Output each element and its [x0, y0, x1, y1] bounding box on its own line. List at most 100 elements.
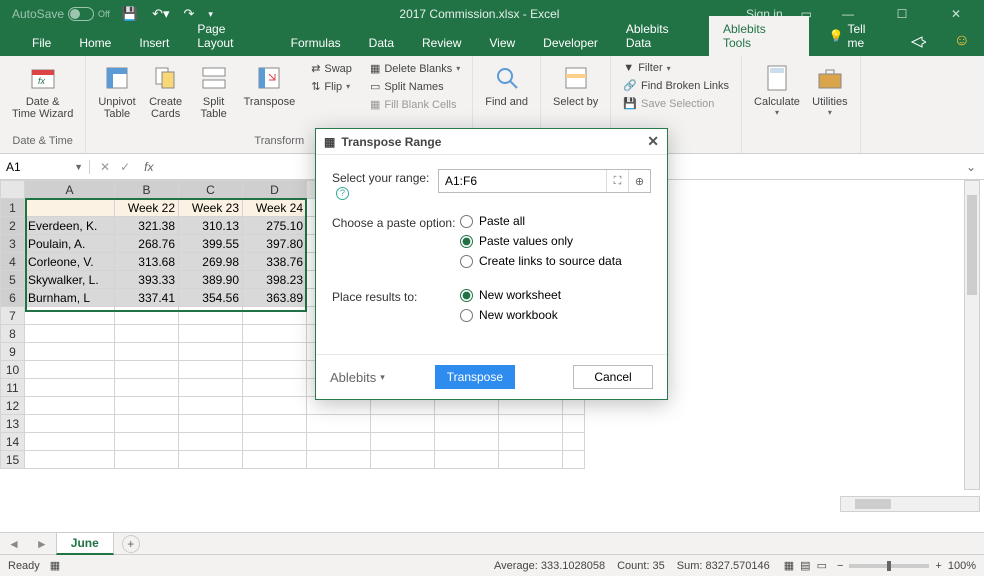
cell[interactable]: 310.13 — [179, 217, 243, 235]
calculate-button[interactable]: Calculate ▾ — [750, 60, 804, 135]
cell[interactable] — [115, 433, 179, 451]
macro-record-icon[interactable]: ▦ — [50, 559, 60, 572]
row-header[interactable]: 13 — [1, 415, 25, 433]
help-icon[interactable]: ? — [336, 187, 349, 200]
cell[interactable] — [243, 379, 307, 397]
cell[interactable]: Poulain, A. — [25, 235, 115, 253]
cell[interactable] — [179, 325, 243, 343]
cell[interactable] — [371, 415, 435, 433]
ablebits-brand[interactable]: Ablebits▾ — [330, 370, 385, 385]
cell[interactable] — [115, 415, 179, 433]
tab-ablebits-data[interactable]: Ablebits Data — [612, 16, 709, 56]
cell[interactable]: 268.76 — [115, 235, 179, 253]
cell[interactable] — [563, 433, 585, 451]
vertical-scrollbar[interactable] — [964, 180, 980, 490]
cell[interactable] — [499, 451, 563, 469]
zoom-in-button[interactable]: + — [935, 560, 941, 572]
cell[interactable] — [243, 361, 307, 379]
tab-file[interactable]: File — [18, 30, 65, 56]
cancel-formula-icon[interactable]: ✕ — [100, 160, 110, 174]
tab-page-layout[interactable]: Page Layout — [183, 16, 276, 56]
cell[interactable] — [25, 379, 115, 397]
row-header[interactable]: 11 — [1, 379, 25, 397]
column-header[interactable]: D — [243, 181, 307, 199]
cell[interactable]: Corleone, V. — [25, 253, 115, 271]
date-time-wizard-button[interactable]: fx Date & Time Wizard — [8, 60, 77, 135]
sheet-nav-prev[interactable]: ◄ — [0, 537, 28, 551]
radio-paste-links[interactable]: Create links to source data — [460, 254, 651, 268]
cell[interactable] — [243, 451, 307, 469]
cell[interactable] — [115, 379, 179, 397]
row-header[interactable]: 3 — [1, 235, 25, 253]
cell[interactable]: Everdeen, K. — [25, 217, 115, 235]
cell[interactable]: 313.68 — [115, 253, 179, 271]
radio-paste-all[interactable]: Paste all — [460, 214, 651, 228]
cell[interactable] — [25, 451, 115, 469]
create-cards-button[interactable]: Create Cards — [144, 60, 188, 135]
cell[interactable] — [115, 343, 179, 361]
cell[interactable]: 321.38 — [115, 217, 179, 235]
cell[interactable] — [25, 433, 115, 451]
row-header[interactable]: 15 — [1, 451, 25, 469]
fill-blank-cells-button[interactable]: ▦Fill Blank Cells — [366, 96, 464, 113]
unpivot-table-button[interactable]: Unpivot Table — [94, 60, 139, 135]
cell[interactable] — [435, 433, 499, 451]
cell[interactable] — [179, 361, 243, 379]
select-range-picker-button[interactable]: ⛶ — [606, 170, 628, 192]
cell[interactable]: 337.41 — [115, 289, 179, 307]
cell[interactable] — [25, 307, 115, 325]
cell[interactable] — [243, 325, 307, 343]
cell[interactable] — [115, 325, 179, 343]
cell[interactable] — [179, 397, 243, 415]
cell[interactable] — [179, 451, 243, 469]
close-button[interactable]: ✕ — [938, 7, 974, 21]
tab-data[interactable]: Data — [355, 30, 408, 56]
autosave-switch[interactable] — [68, 7, 94, 21]
tab-insert[interactable]: Insert — [125, 30, 183, 56]
tab-review[interactable]: Review — [408, 30, 475, 56]
cell[interactable]: 354.56 — [179, 289, 243, 307]
save-icon[interactable]: 💾 — [122, 6, 138, 22]
cell[interactable] — [25, 361, 115, 379]
cell[interactable] — [243, 307, 307, 325]
cell[interactable] — [115, 451, 179, 469]
cell[interactable] — [115, 307, 179, 325]
cell[interactable] — [435, 451, 499, 469]
cell[interactable]: 399.55 — [179, 235, 243, 253]
range-input[interactable] — [439, 170, 606, 192]
cell[interactable] — [25, 343, 115, 361]
zoom-level[interactable]: 100% — [948, 560, 976, 572]
view-page-break-icon[interactable]: ▭ — [817, 559, 827, 572]
cell[interactable] — [179, 415, 243, 433]
cell[interactable] — [371, 433, 435, 451]
cell[interactable] — [499, 433, 563, 451]
cell[interactable] — [371, 451, 435, 469]
cell[interactable] — [179, 433, 243, 451]
radio-new-workbook[interactable]: New workbook — [460, 308, 651, 322]
find-broken-links-button[interactable]: 🔗Find Broken Links — [619, 77, 733, 94]
cell[interactable]: 398.23 — [243, 271, 307, 289]
add-sheet-button[interactable]: + — [122, 535, 140, 553]
cell[interactable] — [115, 361, 179, 379]
flip-button[interactable]: ⇅Flip▾ — [307, 78, 356, 95]
save-selection-button[interactable]: 💾Save Selection — [619, 95, 733, 112]
horizontal-scrollbar[interactable] — [840, 496, 980, 512]
cell[interactable] — [25, 415, 115, 433]
name-box[interactable]: A1 ▼ — [0, 160, 90, 174]
cell[interactable]: 389.90 — [179, 271, 243, 289]
enter-formula-icon[interactable]: ✓ — [120, 160, 130, 174]
cell[interactable]: 338.76 — [243, 253, 307, 271]
cell[interactable] — [179, 343, 243, 361]
cell[interactable] — [25, 199, 115, 217]
dialog-close-button[interactable]: ✕ — [647, 133, 659, 150]
row-header[interactable]: 4 — [1, 253, 25, 271]
sheet-nav-next[interactable]: ► — [28, 537, 56, 551]
cell[interactable] — [307, 451, 371, 469]
tab-formulas[interactable]: Formulas — [277, 30, 355, 56]
dialog-titlebar[interactable]: ▦ Transpose Range ✕ — [316, 129, 667, 155]
sheet-tab-june[interactable]: June — [56, 532, 114, 555]
column-header[interactable]: C — [179, 181, 243, 199]
tab-home[interactable]: Home — [65, 30, 125, 56]
tab-view[interactable]: View — [475, 30, 529, 56]
radio-paste-values[interactable]: Paste values only — [460, 234, 651, 248]
